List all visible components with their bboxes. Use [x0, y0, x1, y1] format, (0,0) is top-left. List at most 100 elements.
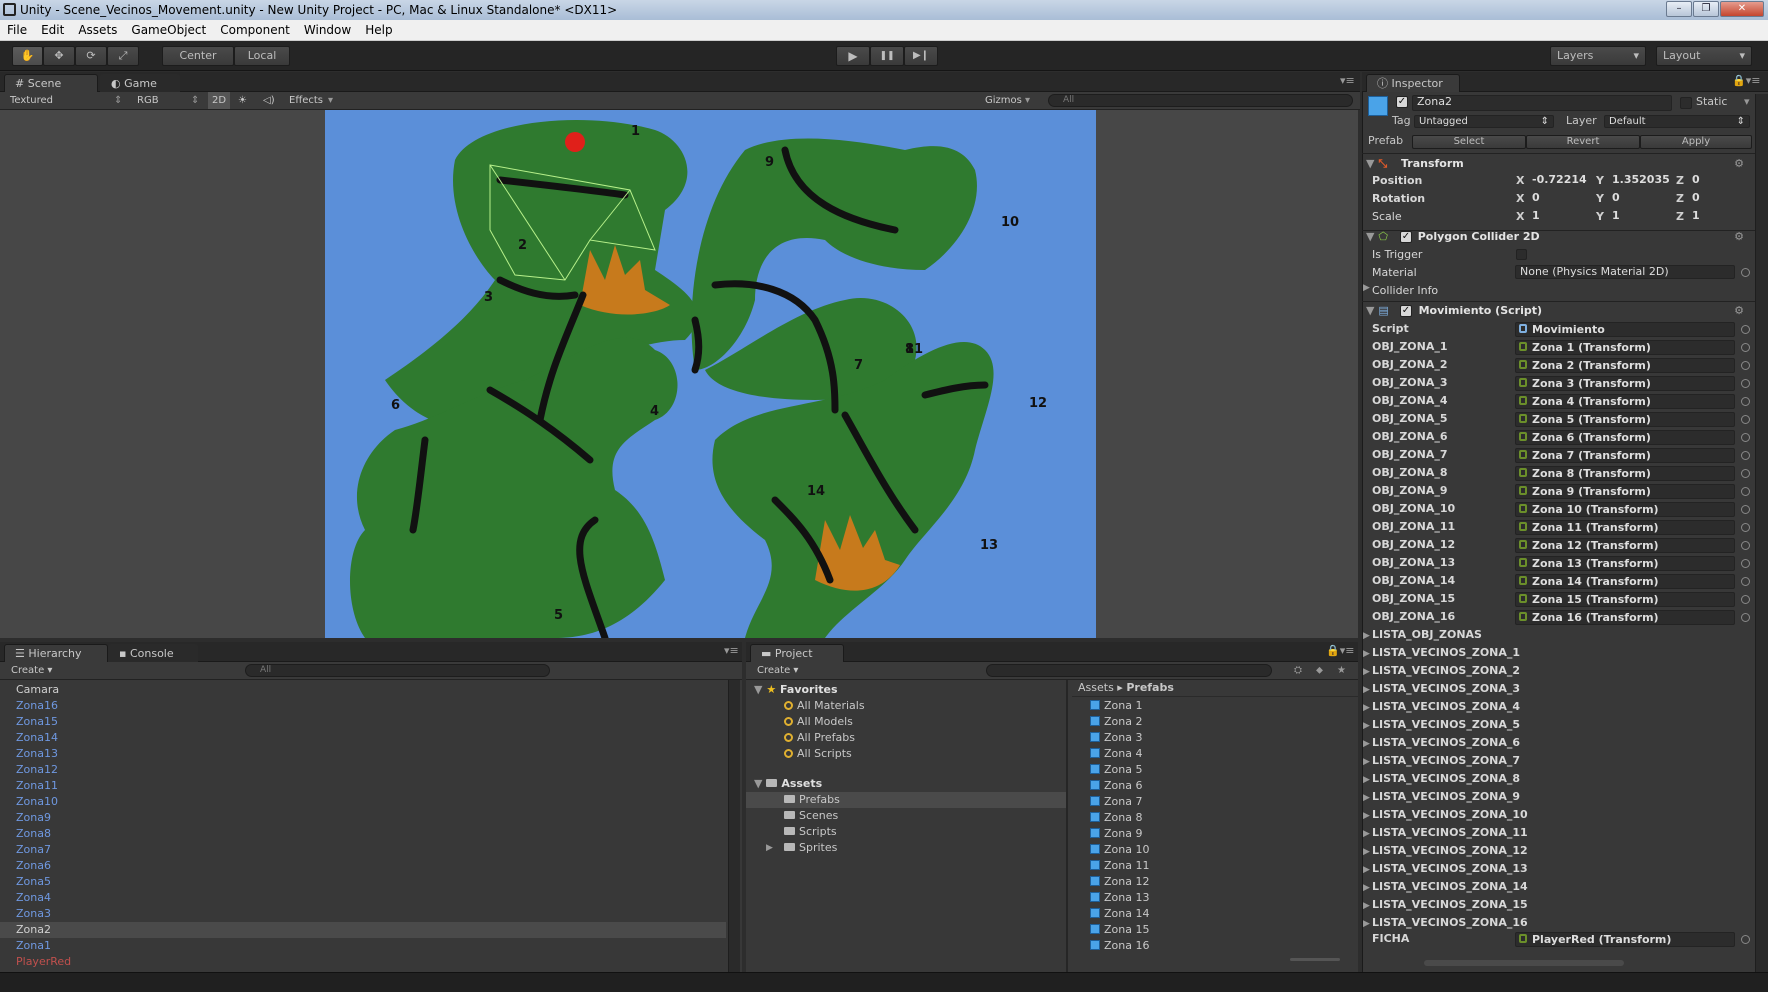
fold-closed-icon[interactable]: ▶ — [1363, 825, 1370, 843]
play-button[interactable]: ▶ — [836, 46, 870, 66]
collider-header[interactable]: ▼ ⬠ ✓ Polygon Collider 2D ⚙ — [1366, 228, 1752, 246]
object-picker-icon[interactable] — [1741, 559, 1750, 568]
layers-dropdown[interactable]: Layers ▾ — [1550, 46, 1646, 66]
inspector-scrollbar[interactable] — [1755, 94, 1768, 972]
color-mode-dropdown[interactable]: RGB — [137, 92, 159, 110]
object-picker-icon[interactable] — [1741, 613, 1750, 622]
prefab-revert-button[interactable]: Revert — [1526, 135, 1640, 149]
list-foldout[interactable]: LISTA_VECINOS_ZONA_3 — [1372, 680, 1520, 698]
player-token[interactable] — [565, 132, 585, 152]
prefab-file[interactable]: Zona 10 — [1090, 842, 1149, 858]
transform-ref-field[interactable]: Zona 2 (Transform) — [1515, 358, 1735, 373]
prefab-file[interactable]: Zona 7 — [1090, 794, 1142, 810]
prefab-select-button[interactable]: Select — [1412, 135, 1526, 149]
fold-closed-icon[interactable]: ▶ — [1363, 645, 1370, 663]
collider-enabled-checkbox[interactable]: ✓ — [1400, 231, 1412, 243]
transform-ref-field[interactable]: Zona 3 (Transform) — [1515, 376, 1735, 391]
position-z-field[interactable]: 0 — [1688, 174, 1742, 188]
menu-assets[interactable]: Assets — [71, 20, 124, 41]
fold-closed-icon[interactable]: ▶ — [1363, 879, 1370, 897]
fold-closed-icon[interactable]: ▶ — [1363, 915, 1370, 933]
prefab-file[interactable]: Zona 11 — [1090, 858, 1149, 874]
render-mode-dropdown[interactable]: Textured — [10, 92, 53, 110]
hierarchy-item[interactable]: PlayerRed — [0, 954, 726, 970]
panel-menu-icon[interactable]: ▾≡ — [724, 644, 739, 657]
list-foldout[interactable]: LISTA_VECINOS_ZONA_1 — [1372, 644, 1520, 662]
layout-dropdown[interactable]: Layout ▾ — [1656, 46, 1752, 66]
folder-item[interactable]: Prefabs — [746, 792, 1066, 808]
material-field[interactable]: None (Physics Material 2D) — [1515, 265, 1735, 279]
fold-closed-icon[interactable]: ▶ — [1363, 663, 1370, 681]
maximize-button[interactable]: ❐ — [1693, 1, 1719, 17]
transform-ref-field[interactable]: Zona 15 (Transform) — [1515, 592, 1735, 607]
breadcrumb-prefabs[interactable]: Prefabs — [1126, 681, 1174, 694]
tab-scene[interactable]: # Scene — [4, 74, 98, 92]
transform-ref-field[interactable]: Zona 4 (Transform) — [1515, 394, 1735, 409]
object-picker-icon[interactable] — [1741, 523, 1750, 532]
transform-ref-field[interactable]: Zona 5 (Transform) — [1515, 412, 1735, 427]
rotation-x-field[interactable]: 0 — [1528, 192, 1592, 206]
fold-closed-icon[interactable]: ▶ — [1363, 681, 1370, 699]
scale-x-field[interactable]: 1 — [1528, 210, 1592, 224]
tab-hierarchy[interactable]: ☰ Hierarchy — [4, 644, 108, 662]
hierarchy-item[interactable]: Zona15 — [0, 714, 726, 730]
add-component-button[interactable] — [1424, 960, 1624, 966]
prefab-file[interactable]: Zona 8 — [1090, 810, 1142, 826]
object-picker-icon[interactable] — [1741, 268, 1750, 277]
list-foldout[interactable]: LISTA_VECINOS_ZONA_11 — [1372, 824, 1528, 842]
list-foldout[interactable]: LISTA_VECINOS_ZONA_6 — [1372, 734, 1520, 752]
object-picker-icon[interactable] — [1741, 343, 1750, 352]
prefab-file[interactable]: Zona 15 — [1090, 922, 1149, 938]
assets-header[interactable]: ▼ Assets — [754, 776, 822, 792]
prefab-file[interactable]: Zona 3 — [1090, 730, 1142, 746]
static-checkbox[interactable] — [1680, 97, 1692, 109]
minimize-button[interactable]: – — [1666, 1, 1692, 17]
favorite-item[interactable]: All Models — [784, 714, 853, 730]
fold-closed-icon[interactable]: ▶ — [1363, 807, 1370, 825]
lighting-icon[interactable]: ☀ — [238, 92, 247, 110]
menu-component[interactable]: Component — [213, 20, 297, 41]
list-foldout[interactable]: LISTA_VECINOS_ZONA_14 — [1372, 878, 1528, 896]
fold-closed-icon[interactable]: ▶ — [1363, 735, 1370, 753]
favorite-star-icon[interactable]: ★ — [1337, 662, 1346, 680]
prefab-file[interactable]: Zona 12 — [1090, 874, 1149, 890]
transform-header[interactable]: ▼ ⤡ Transform ⚙ — [1366, 155, 1752, 173]
tab-project[interactable]: ▬ Project — [750, 644, 844, 662]
hierarchy-item[interactable]: Zona1 — [0, 938, 726, 954]
list-foldout[interactable]: LISTA_VECINOS_ZONA_12 — [1372, 842, 1528, 860]
project-splitter[interactable] — [1066, 680, 1068, 972]
fold-closed-icon[interactable]: ▶ — [1363, 283, 1370, 293]
object-picker-icon[interactable] — [1741, 595, 1750, 604]
tab-inspector[interactable]: ⓘ Inspector — [1366, 74, 1460, 92]
ficha-field[interactable]: PlayerRed (Transform) — [1515, 932, 1735, 947]
menu-file[interactable]: File — [0, 20, 34, 41]
menu-window[interactable]: Window — [297, 20, 358, 41]
audio-icon[interactable]: ◁) — [263, 92, 275, 110]
script-field[interactable]: Movimiento — [1515, 322, 1735, 337]
object-picker-icon[interactable] — [1741, 935, 1750, 944]
prefab-file[interactable]: Zona 1 — [1090, 698, 1142, 714]
icon-size-slider[interactable] — [1290, 958, 1340, 961]
prefab-file[interactable]: Zona 6 — [1090, 778, 1142, 794]
prefab-apply-button[interactable]: Apply — [1640, 135, 1752, 149]
menu-help[interactable]: Help — [358, 20, 399, 41]
filter-label-icon[interactable]: ⬥ — [1316, 662, 1323, 680]
project-create-button[interactable]: Create ▾ — [757, 662, 798, 680]
tab-console[interactable]: ▪ Console — [108, 644, 198, 662]
object-picker-icon[interactable] — [1741, 361, 1750, 370]
game-map[interactable]: 1 2 3 4 5 6 7 8 9 10 12 13 14 11 — [325, 110, 1096, 638]
list-foldout[interactable]: LISTA_VECINOS_ZONA_7 — [1372, 752, 1520, 770]
hierarchy-item[interactable]: Zona2 — [0, 922, 726, 938]
list-foldout[interactable]: LISTA_VECINOS_ZONA_4 — [1372, 698, 1520, 716]
rotation-z-field[interactable]: 0 — [1688, 192, 1742, 206]
prefab-file[interactable]: Zona 16 — [1090, 938, 1149, 954]
panel-menu-icon[interactable]: 🔒▾≡ — [1326, 644, 1354, 657]
chevron-down-icon[interactable]: ▾ — [1744, 95, 1750, 108]
hand-tool-button[interactable]: ✋ — [12, 46, 43, 66]
favorite-item[interactable]: All Prefabs — [784, 730, 855, 746]
position-x-field[interactable]: -0.72214 — [1528, 174, 1592, 188]
rotation-y-field[interactable]: 0 — [1608, 192, 1672, 206]
mode-2d-toggle[interactable]: 2D — [208, 92, 230, 109]
object-picker-icon[interactable] — [1741, 379, 1750, 388]
hierarchy-item[interactable]: Zona10 — [0, 794, 726, 810]
